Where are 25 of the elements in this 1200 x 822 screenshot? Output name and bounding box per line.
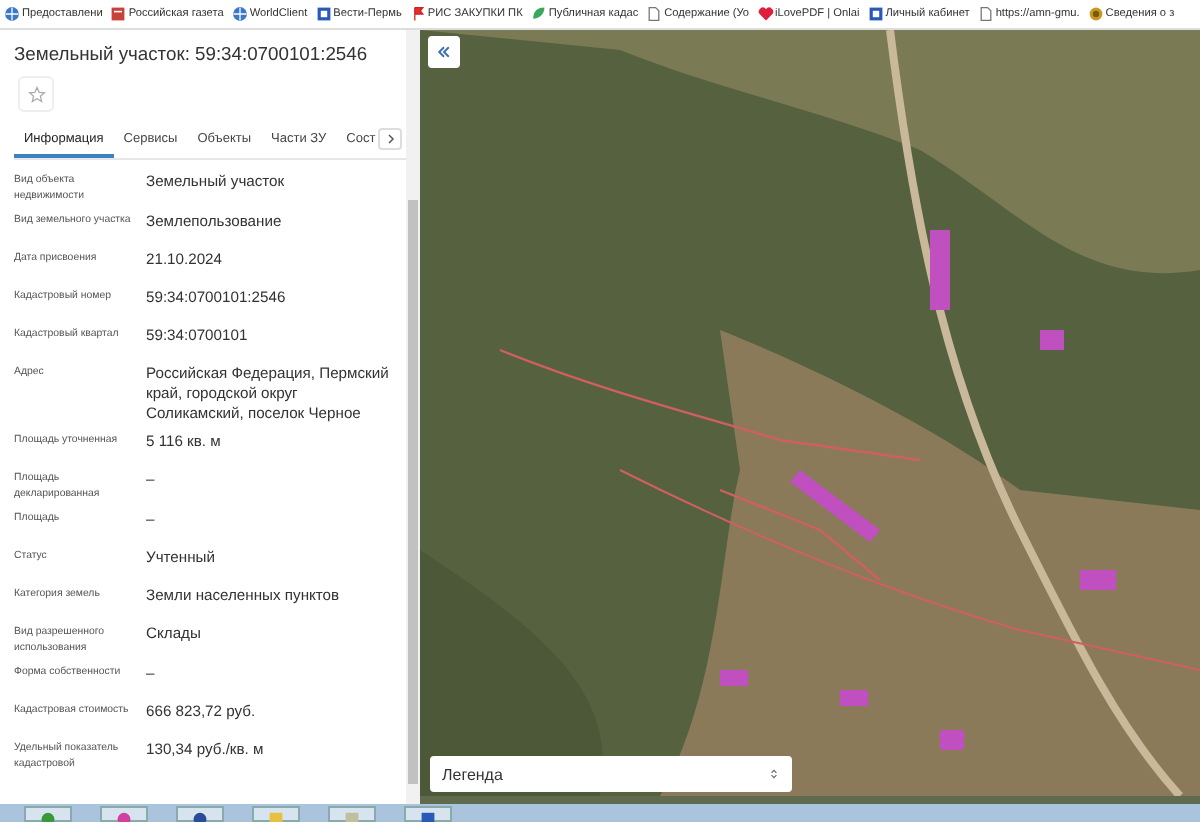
favorite-button[interactable] <box>18 76 54 112</box>
page-icon <box>646 6 663 22</box>
satellite-map-drawing[interactable] <box>420 30 1200 796</box>
chevron-right-icon <box>385 134 395 144</box>
heart-icon <box>757 6 774 22</box>
app-icon <box>867 6 884 22</box>
globe-icon <box>231 6 248 22</box>
panel-title: Земельный участок: 59:34:0700101:2546 <box>14 42 370 64</box>
taskbar-icon[interactable] <box>116 808 132 822</box>
flag-icon <box>409 6 426 22</box>
app-icon <box>315 6 332 22</box>
newspaper-icon <box>110 6 127 22</box>
double-chevron-left-icon <box>436 44 452 60</box>
taskbar-icon[interactable] <box>192 808 208 822</box>
legend-select[interactable]: Легенда <box>430 756 792 792</box>
up-down-caret-icon <box>768 766 780 782</box>
star-icon <box>27 85 45 103</box>
scrollbar-thumb[interactable] <box>408 200 418 784</box>
emblem-icon <box>1087 6 1104 22</box>
taskbar-icon[interactable] <box>40 808 56 822</box>
leaf-icon <box>530 6 547 22</box>
collapse-panel-button[interactable] <box>428 36 460 68</box>
scroll-tabs-button[interactable] <box>378 128 402 150</box>
page-icon <box>977 6 994 22</box>
taskbar-icon[interactable] <box>420 808 436 822</box>
